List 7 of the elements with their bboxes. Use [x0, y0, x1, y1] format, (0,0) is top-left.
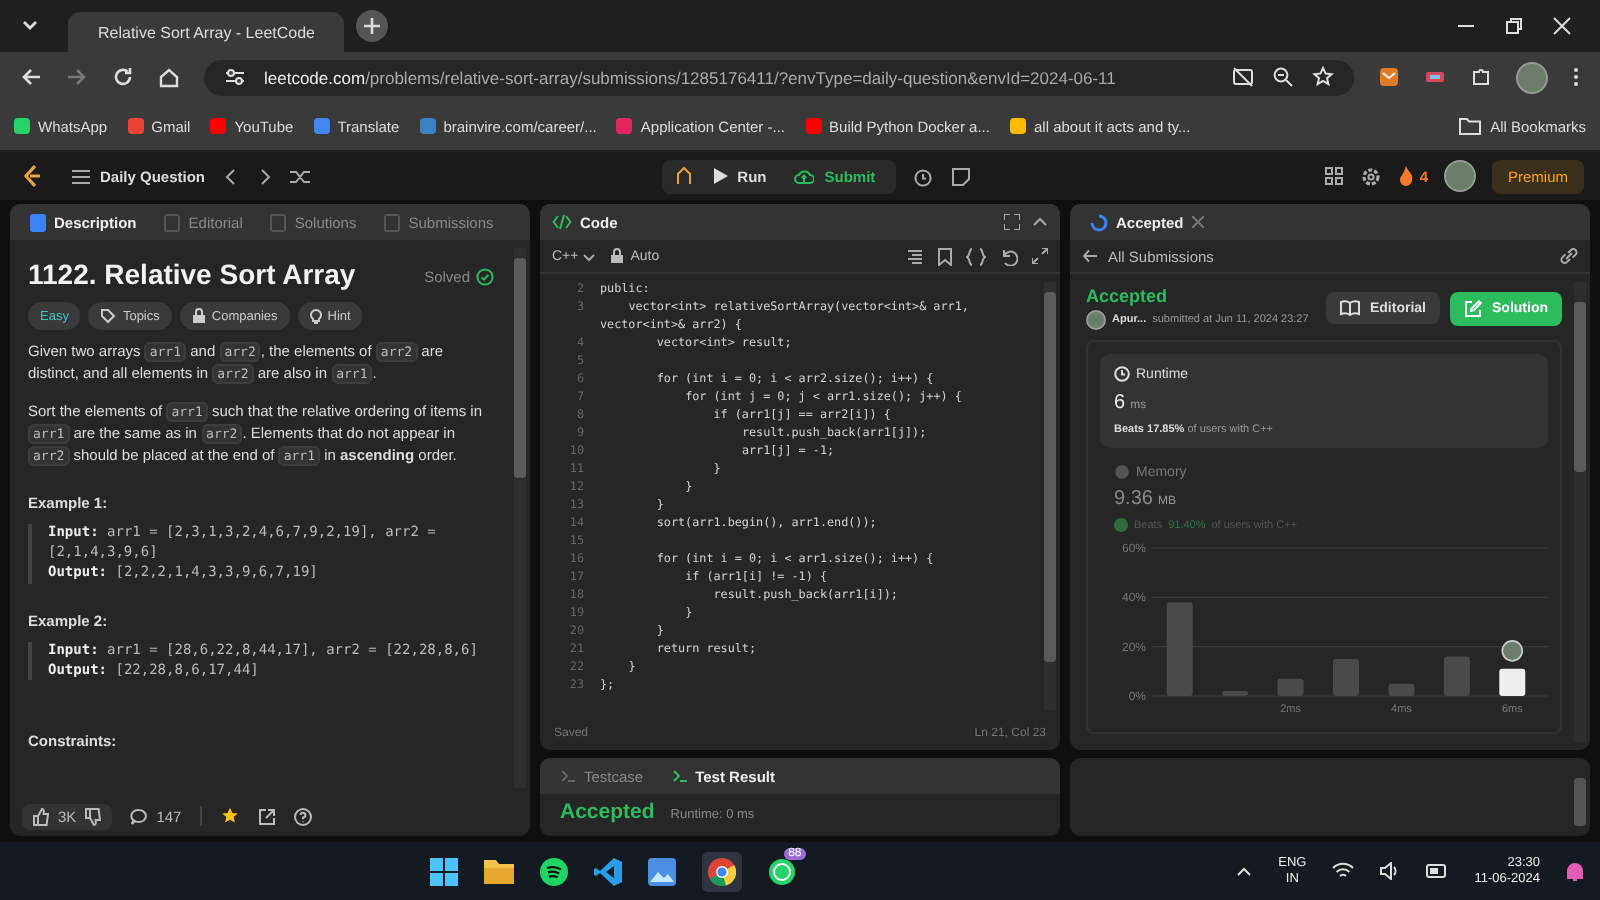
url-text: leetcode.com/problems/relative-sort-array/submissions/1285176411/?envType=daily-question&envId=2024-06-11: [264, 67, 1116, 87]
verdict-text: Accepted: [560, 800, 655, 824]
verdict-text: Accepted: [1086, 286, 1170, 306]
address-bar[interactable]: leetcode.com/problems/relative-sort-array/submissions/1285176411/?envType=daily-question&envId=2024-06-11: [204, 59, 1354, 95]
problem-title: 1122. Relative Sort Array: [28, 258, 356, 290]
browser-tab[interactable]: Relative Sort Array - LeetCode: [68, 12, 344, 52]
tab-title: Relative Sort Array - LeetCode: [98, 23, 315, 41]
